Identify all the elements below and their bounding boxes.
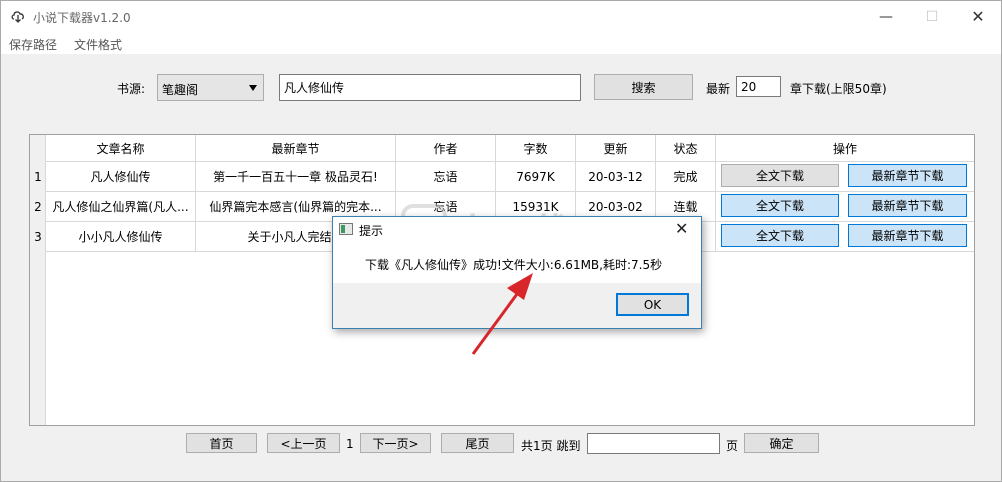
cell-updated[interactable]: 20-03-12: [576, 162, 656, 192]
source-select[interactable]: 笔趣阁: [157, 74, 264, 101]
row-number: 3: [34, 230, 42, 244]
source-label: 书源:: [117, 82, 146, 96]
latest-chapter-download-button[interactable]: 最新章节下载: [848, 164, 967, 187]
row-number: 2: [34, 200, 42, 214]
latest-chapter-download-button[interactable]: 最新章节下载: [848, 194, 967, 217]
window-icon: [339, 223, 353, 235]
full-download-button[interactable]: 全文下载: [721, 194, 839, 217]
source-select-value: 笔趣阁: [162, 83, 199, 97]
dialog-title-bar: 提示 ✕: [333, 217, 701, 243]
cloud-download-icon: [11, 11, 24, 23]
prev-page-button[interactable]: <上一页: [267, 433, 340, 453]
search-input[interactable]: [279, 74, 581, 101]
page-suffix-label: 页: [726, 439, 739, 453]
header-status: 状态: [656, 135, 716, 162]
full-download-button[interactable]: 全文下载: [721, 224, 839, 247]
minimize-button[interactable]: —: [863, 1, 909, 32]
header-updated: 更新: [576, 135, 656, 162]
info-dialog: 提示 ✕ 下载《凡人修仙传》成功!文件大小:6.61MB,耗时:7.5秒 OK: [332, 216, 702, 329]
last-page-button[interactable]: 尾页: [441, 433, 514, 453]
cell-author[interactable]: 忘语: [396, 162, 496, 192]
header-actions: 操作: [716, 135, 974, 162]
full-download-button[interactable]: 全文下载: [721, 164, 839, 187]
dialog-title: 提示: [359, 224, 384, 238]
window-title: 小说下载器v1.2.0: [33, 11, 131, 25]
close-button[interactable]: ✕: [955, 1, 1001, 32]
dialog-footer: OK: [333, 283, 701, 328]
header-words: 字数: [496, 135, 576, 162]
chevron-down-icon: [249, 85, 257, 91]
total-pages-label: 共1页 跳到: [521, 439, 581, 453]
cell-words[interactable]: 7697K: [496, 162, 576, 192]
latest-chapter-download-button[interactable]: 最新章节下载: [848, 224, 967, 247]
row-number: 1: [34, 170, 42, 184]
search-button[interactable]: 搜索: [594, 74, 693, 100]
jump-page-input[interactable]: [587, 433, 720, 454]
maximize-button[interactable]: ☐: [909, 1, 955, 32]
header-title: 文章名称: [46, 135, 196, 162]
latest-label: 最新: [706, 82, 731, 96]
dialog-close-button[interactable]: ✕: [675, 219, 688, 238]
current-page: 1: [346, 437, 354, 451]
cell-title[interactable]: 凡人修仙之仙界篇(凡人...: [46, 192, 196, 222]
latest-count-input[interactable]: [736, 76, 781, 97]
cell-latest-chapter[interactable]: 第一千一百五十一章 极品灵石!: [196, 162, 396, 192]
menu-file-format[interactable]: 文件格式: [74, 36, 122, 53]
cell-title[interactable]: 小小凡人修仙传: [46, 222, 196, 252]
menu-save-path[interactable]: 保存路径: [9, 36, 57, 53]
title-bar: 小说下载器v1.2.0 — ☐ ✕: [1, 1, 1001, 32]
ok-button[interactable]: OK: [616, 293, 689, 316]
header-latest-chapter: 最新章节: [196, 135, 396, 162]
dialog-message: 下载《凡人修仙传》成功!文件大小:6.61MB,耗时:7.5秒: [365, 258, 663, 272]
latest-suffix-label: 章下载(上限50章): [790, 82, 887, 96]
confirm-jump-button[interactable]: 确定: [744, 433, 819, 453]
cell-title[interactable]: 凡人修仙传: [46, 162, 196, 192]
header-author: 作者: [396, 135, 496, 162]
menu-bar: 保存路径 文件格式: [1, 32, 1001, 54]
next-page-button[interactable]: 下一页>: [360, 433, 431, 453]
cell-status[interactable]: 完成: [656, 162, 716, 192]
first-page-button[interactable]: 首页: [186, 433, 257, 453]
